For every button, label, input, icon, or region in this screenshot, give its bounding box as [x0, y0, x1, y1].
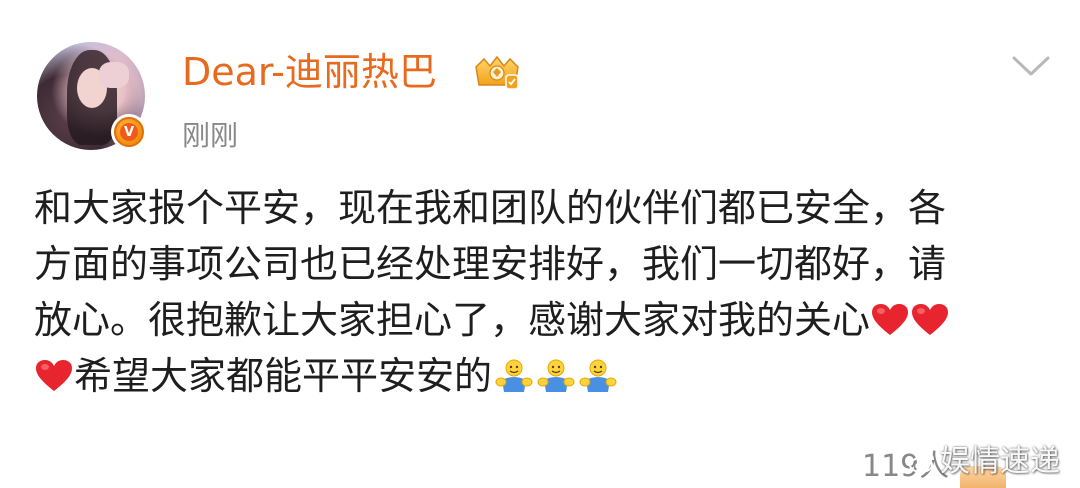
hug-emoji-icon — [537, 359, 575, 392]
post-line-2: 方面的事项公司也已经处理安排好，我们一切都好，请 — [34, 236, 1054, 292]
post-text: 方面的事项公司也已经处理安排好，我们一切都好，请 — [34, 242, 947, 286]
watermark: 娱情速递 — [908, 442, 1060, 482]
hug-emoji-icon — [579, 359, 617, 392]
post-text: 希望大家都能平平安安的 — [74, 354, 493, 398]
verified-badge-icon: V — [111, 114, 147, 150]
crown-membership-icon[interactable] — [470, 53, 524, 93]
post-line-3: 放心。很抱歉让大家担心了，感谢大家对我的关心 — [34, 292, 1054, 348]
post-line-1: 和大家报个平安，现在我和团队的伙伴们都已安全，各 — [34, 180, 1054, 236]
post-text: 放心。很抱歉让大家担心了，感谢大家对我的关心 — [34, 298, 871, 342]
hug-emoji-icon — [495, 359, 533, 392]
red-heart-icon — [912, 304, 949, 335]
chevron-down-icon[interactable] — [1010, 52, 1052, 82]
post-text: 和大家报个平安，现在我和团队的伙伴们都已安全，各 — [34, 186, 947, 230]
post-body: 和大家报个平安，现在我和团队的伙伴们都已安全，各 方面的事项公司也已经处理安排好… — [34, 180, 1054, 404]
post-timestamp: 刚刚 — [182, 119, 239, 152]
post-line-4: 希望大家都能平平安安的 — [34, 348, 1054, 404]
watermark-text: 娱情速递 — [940, 444, 1060, 479]
avatar-hand — [99, 62, 129, 88]
author-name[interactable]: Dear-迪丽热巴 — [182, 48, 437, 96]
red-heart-icon — [36, 360, 72, 391]
red-heart-icon — [872, 304, 909, 335]
weibo-logo-icon — [909, 452, 934, 473]
avatar-container[interactable]: V — [37, 42, 147, 150]
